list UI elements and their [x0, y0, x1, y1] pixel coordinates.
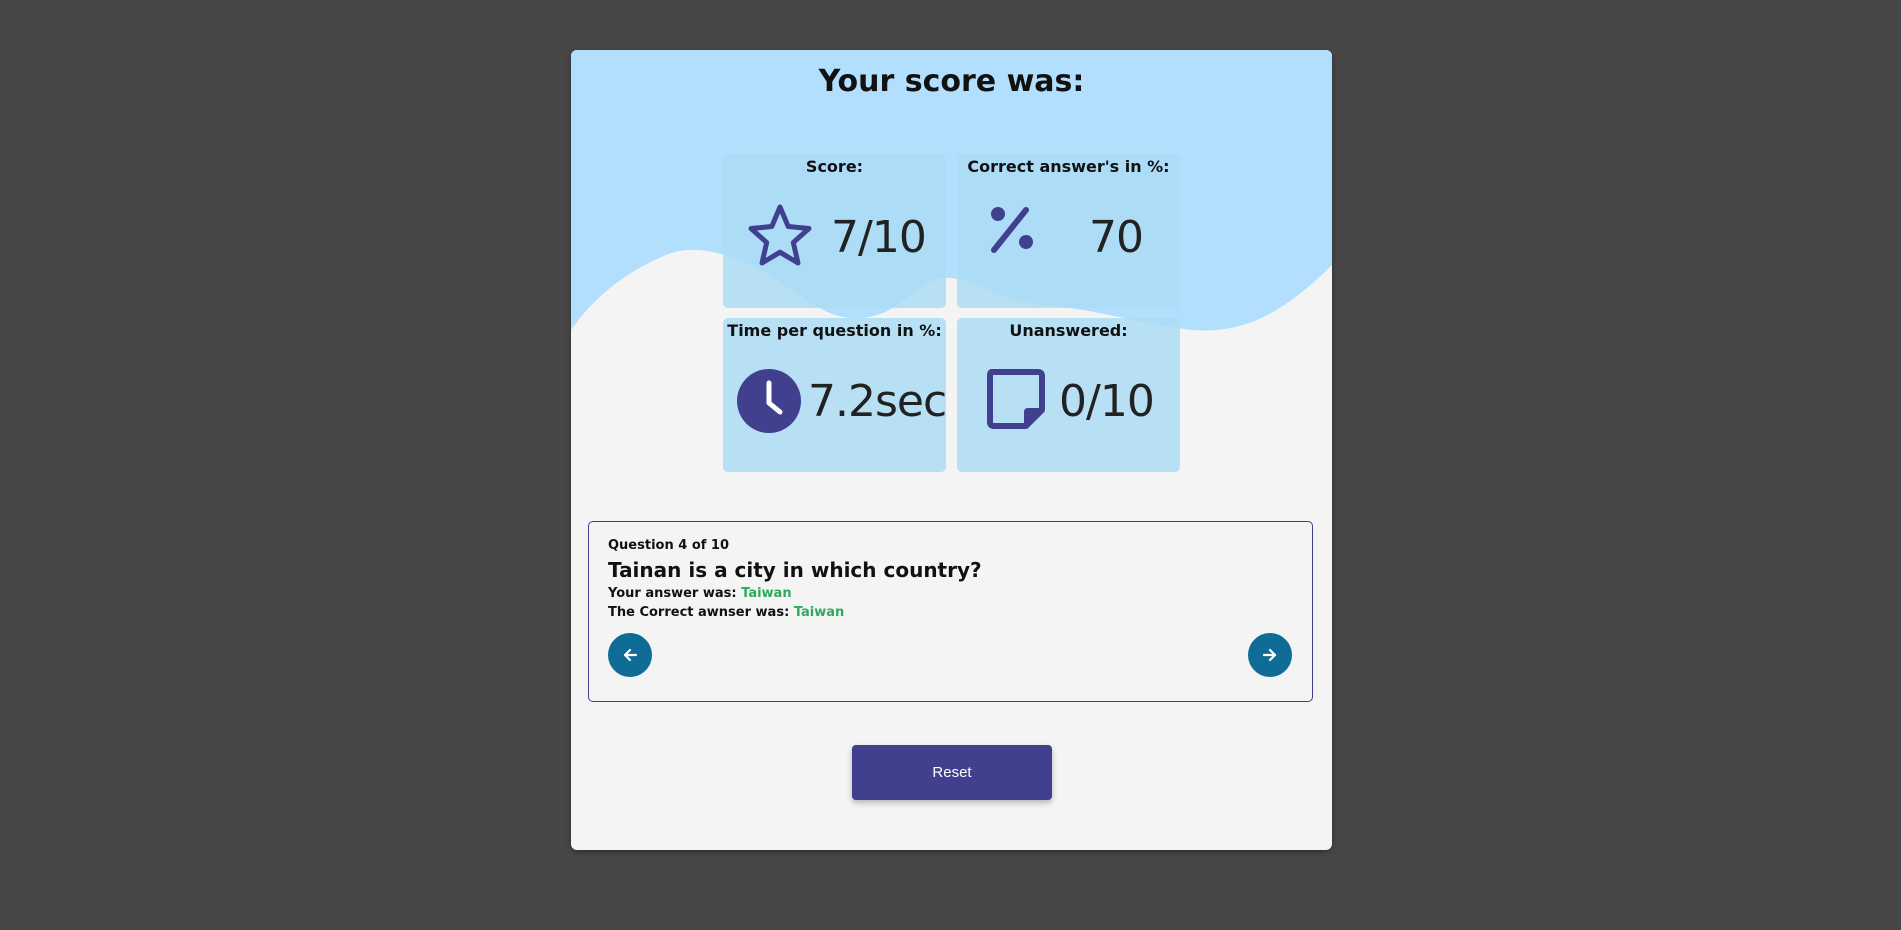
unanswered-label: Unanswered: — [1009, 321, 1128, 340]
next-question-button[interactable] — [1248, 633, 1292, 677]
previous-question-button[interactable] — [608, 633, 652, 677]
star-icon — [748, 204, 812, 266]
clock-icon — [737, 369, 801, 433]
arrow-right-icon — [1262, 648, 1277, 662]
percent-label: Correct answer's in %: — [967, 157, 1170, 176]
score-value: 7/10 — [831, 212, 927, 263]
question-counter: Question 4 of 10 — [608, 538, 730, 553]
results-card: Your score was: Score: 7/10 Correct answ… — [571, 50, 1332, 850]
note-icon — [987, 369, 1045, 429]
question-text: Tainan is a city in which country? — [608, 558, 982, 582]
time-tile: Time per question in %: 7.2sec — [723, 318, 947, 472]
your-answer-value: Taiwan — [741, 586, 792, 601]
time-label: Time per question in %: — [727, 321, 942, 340]
percent-tile: Correct answer's in %: 70 — [957, 154, 1180, 308]
your-answer-line: Your answer was: Taiwan — [608, 586, 792, 601]
question-review-panel: Question 4 of 10 Tainan is a city in whi… — [588, 521, 1313, 702]
page-title: Your score was: — [818, 64, 1085, 99]
percent-value: 70 — [1089, 212, 1144, 263]
reset-button[interactable]: Reset — [852, 745, 1052, 800]
score-label: Score: — [805, 157, 864, 176]
correct-answer-label: The Correct awnser was: — [608, 605, 790, 620]
unanswered-tile: Unanswered: 0/10 — [957, 318, 1180, 472]
time-value: 7.2sec — [808, 376, 947, 427]
your-answer-label: Your answer was: — [608, 586, 737, 601]
correct-answer-line: The Correct awnser was: Taiwan — [608, 605, 844, 620]
score-tile: Score: 7/10 — [723, 154, 946, 308]
arrow-left-icon — [623, 648, 638, 662]
correct-answer-value: Taiwan — [793, 605, 845, 620]
percent-icon — [991, 207, 1033, 253]
unanswered-value: 0/10 — [1059, 376, 1155, 427]
